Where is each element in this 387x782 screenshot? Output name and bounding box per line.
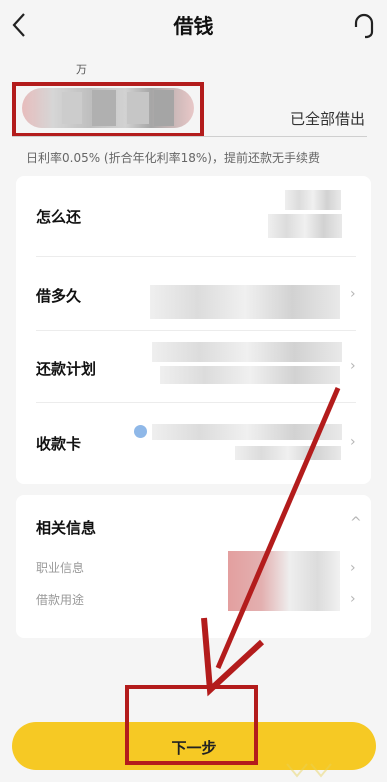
chevron-right-icon: › <box>350 358 356 374</box>
amount-unit-label: 万 <box>76 63 87 76</box>
row-label-repay-plan: 还款计划 <box>36 360 97 378</box>
duration-value-blurred <box>150 285 340 319</box>
headset-icon <box>354 13 374 39</box>
repay-method-value-blurred-2 <box>268 214 342 238</box>
row-divider <box>36 330 356 331</box>
page-title: 借钱 <box>173 14 214 38</box>
occupation-info-label: 职业信息 <box>36 561 85 575</box>
row-divider <box>36 256 356 257</box>
related-info-values-blurred <box>228 551 340 611</box>
repay-plan-value-blurred-2 <box>160 366 340 384</box>
loan-purpose-label: 借款用途 <box>36 593 85 607</box>
bank-card-value-blurred-2 <box>235 446 341 460</box>
row-label-repay-method: 怎么还 <box>36 208 82 226</box>
bank-card-value-blurred <box>152 424 342 440</box>
customer-service-button[interactable] <box>349 8 379 42</box>
chevron-right-icon: › <box>350 286 356 302</box>
interest-rate-note: 日利率0.05% (折合年化利率18%)，提前还款无手续费 <box>26 151 320 165</box>
chevron-right-icon: › <box>350 591 356 607</box>
row-label-receiving-card: 收款卡 <box>36 435 82 453</box>
all-borrowed-label: 已全部借出 <box>290 110 366 128</box>
row-label-duration: 借多久 <box>36 287 82 305</box>
row-divider <box>36 402 356 403</box>
next-button-highlight-box <box>125 685 258 765</box>
chevron-right-icon: › <box>350 434 356 450</box>
chevron-right-icon: › <box>350 560 356 576</box>
repay-plan-value-blurred <box>152 342 342 362</box>
watermark-logo <box>286 763 332 778</box>
bank-logo-icon <box>134 425 147 438</box>
repay-method-value-blurred <box>285 190 341 210</box>
amount-underline <box>12 136 367 137</box>
chevron-up-icon[interactable]: ^ <box>350 515 362 531</box>
related-info-title: 相关信息 <box>36 519 97 537</box>
amount-highlight-box <box>12 82 204 137</box>
